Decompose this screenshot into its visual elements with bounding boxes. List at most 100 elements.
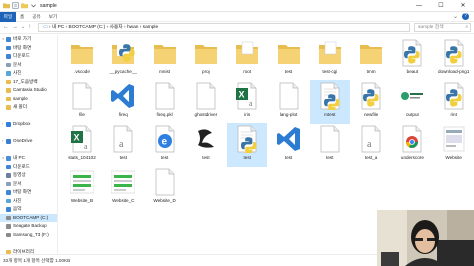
file-name: lang-plot bbox=[279, 112, 298, 117]
close-button[interactable]: ✕ bbox=[452, 0, 474, 12]
tab-share[interactable]: 공유 bbox=[32, 14, 40, 20]
file-item[interactable]: test bbox=[269, 123, 309, 167]
nav-item-label: 다운로드 bbox=[13, 53, 30, 58]
file-item[interactable]: newfile bbox=[351, 80, 391, 124]
minimize-button[interactable]: — bbox=[408, 0, 430, 12]
properties-icon[interactable] bbox=[12, 2, 19, 9]
tab-home[interactable]: 홈 bbox=[20, 14, 24, 20]
tab-view[interactable]: 보기 bbox=[49, 14, 57, 20]
file-item[interactable]: fireq.pkl bbox=[145, 80, 185, 124]
python-doc-icon bbox=[235, 125, 259, 153]
file-item[interactable]: mnist bbox=[145, 37, 185, 81]
nav-item[interactable]: 바탕 화면 bbox=[0, 188, 57, 197]
file-item[interactable]: Xa iris bbox=[227, 80, 267, 124]
file-item[interactable]: file bbox=[62, 80, 102, 124]
new-folder-icon[interactable] bbox=[21, 2, 28, 9]
file-name: Website_C bbox=[112, 198, 135, 203]
file-item[interactable]: a test bbox=[103, 123, 143, 167]
file-item[interactable]: Website bbox=[434, 123, 474, 167]
file-item[interactable]: output bbox=[392, 80, 432, 124]
nav-item[interactable]: 음악 bbox=[0, 205, 57, 214]
file-item[interactable]: download-png1 bbox=[434, 37, 474, 81]
nav-item[interactable]: 새 폴더 bbox=[0, 103, 57, 112]
nav-item[interactable]: sample bbox=[0, 95, 57, 104]
nav-item[interactable]: 동영상 bbox=[0, 171, 57, 180]
vscode-icon bbox=[276, 125, 301, 153]
desktop-icon bbox=[6, 45, 11, 50]
nav-item[interactable]: › Dropbox bbox=[0, 120, 57, 129]
file-item[interactable]: proj bbox=[186, 37, 226, 81]
nav-item[interactable]: 바탕 화면 bbox=[0, 44, 57, 53]
folder-python-icon bbox=[111, 39, 135, 67]
nav-item[interactable]: BOOTCAMP (C:) bbox=[0, 213, 57, 222]
file-item[interactable]: a test_a bbox=[351, 123, 391, 167]
file-name: Website bbox=[445, 155, 462, 160]
music-icon bbox=[6, 207, 11, 212]
nav-item[interactable]: Camtasia Studio bbox=[0, 86, 57, 95]
chevron-down-icon[interactable] bbox=[30, 2, 37, 9]
nav-item[interactable]: Samsung_T3 (F:) bbox=[0, 231, 57, 240]
help-button[interactable]: ? bbox=[462, 13, 469, 20]
file-item[interactable]: fireq bbox=[103, 80, 143, 124]
file-name: Website_D bbox=[153, 198, 176, 203]
svg-text:a: a bbox=[119, 139, 124, 150]
maximize-button[interactable]: ☐ bbox=[430, 0, 452, 12]
edge-icon: e bbox=[153, 125, 177, 153]
file-item[interactable]: ghostdriver bbox=[186, 80, 226, 124]
blank-icon bbox=[277, 82, 301, 110]
file-item[interactable]: test bbox=[310, 123, 350, 167]
nav-item[interactable]: ∨ 바로 가기 bbox=[0, 35, 57, 44]
chevron-down-icon[interactable]: ⌄ bbox=[21, 24, 25, 30]
file-item[interactable]: beaut bbox=[392, 37, 432, 81]
back-arrow-icon[interactable]: ← bbox=[3, 24, 9, 30]
file-item[interactable]: Website_B bbox=[62, 166, 102, 210]
nav-item[interactable]: 문서 bbox=[0, 180, 57, 189]
file-name: download-png1 bbox=[437, 69, 470, 74]
nav-item[interactable]: 다운로드 bbox=[0, 52, 57, 61]
file-item[interactable]: test bbox=[186, 123, 226, 167]
nav-item[interactable]: Seagate Backup bbox=[0, 222, 57, 231]
svg-text:e: e bbox=[161, 137, 167, 148]
tab-file[interactable]: 파일 bbox=[0, 12, 16, 22]
file-item[interactable]: tmm bbox=[351, 37, 391, 81]
nav-item[interactable]: › OneDrive bbox=[0, 137, 57, 146]
file-item[interactable]: Website_D bbox=[145, 166, 185, 210]
file-name: test bbox=[326, 155, 334, 160]
blank-icon bbox=[70, 82, 94, 110]
file-item[interactable]: test bbox=[227, 123, 268, 167]
nav-item[interactable]: ∨ 내 PC bbox=[0, 154, 57, 163]
file-name: test bbox=[243, 155, 251, 160]
file-item[interactable]: .vscode bbox=[62, 37, 102, 81]
webcam-overlay bbox=[377, 210, 474, 266]
file-item[interactable]: root bbox=[227, 37, 267, 81]
file-item[interactable]: underscore bbox=[392, 123, 432, 167]
window-title: sample bbox=[40, 3, 57, 9]
file-item[interactable]: test-cgi bbox=[310, 37, 350, 81]
chevron-down-icon[interactable]: ⌄ bbox=[453, 13, 458, 20]
address-bar[interactable]: ▭ › 내 PC › BOOTCAMP (C:) › 사용자 › hwan › … bbox=[38, 23, 410, 32]
file-item[interactable]: Xa stats_104102 bbox=[62, 123, 102, 167]
forward-arrow-icon[interactable]: → bbox=[12, 24, 18, 30]
download-icon bbox=[6, 54, 11, 59]
file-name: test-cgi bbox=[322, 69, 338, 74]
up-arrow-icon[interactable]: ↑ bbox=[28, 24, 31, 30]
nav-item[interactable]: 다운로드 bbox=[0, 163, 57, 172]
file-item[interactable]: __pycache__ bbox=[103, 37, 143, 81]
file-item[interactable]: e test bbox=[145, 123, 185, 167]
navigation-pane[interactable]: ∨ 바로 가기 바탕 화면 다운로드 문서 사진 17_도움방백 Camtasia Studi… bbox=[0, 35, 58, 254]
folder-icon bbox=[3, 2, 10, 9]
file-name: underscore bbox=[400, 155, 424, 160]
nav-item[interactable]: 17_도움방백 bbox=[0, 78, 57, 87]
file-item[interactable]: test bbox=[269, 37, 309, 81]
file-item[interactable]: lang-plot bbox=[269, 80, 309, 124]
nav-item[interactable]: 문서 bbox=[0, 61, 57, 70]
file-item[interactable]: rint bbox=[434, 80, 474, 124]
chrome-icon bbox=[400, 125, 424, 153]
file-item[interactable]: Website_C bbox=[103, 166, 143, 210]
nav-item[interactable]: 사진 bbox=[0, 197, 57, 206]
search-input[interactable]: sample 검색 ⌕ bbox=[414, 23, 471, 32]
python-icon bbox=[442, 39, 466, 67]
nav-item bbox=[0, 129, 57, 138]
nav-item[interactable]: 사진 bbox=[0, 69, 57, 78]
file-item[interactable]: mtest bbox=[309, 80, 350, 124]
